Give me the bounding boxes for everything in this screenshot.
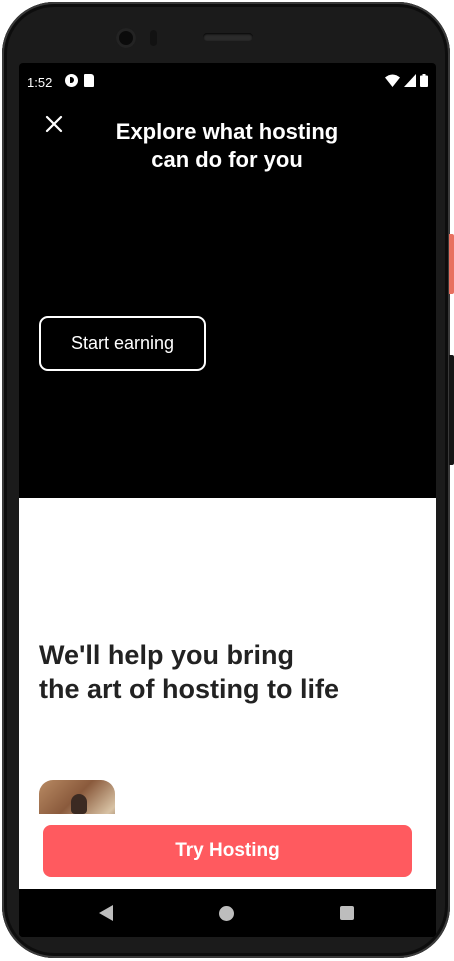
page-title-line-1: Explore what hosting xyxy=(115,119,339,144)
wifi-icon xyxy=(385,74,400,87)
close-button[interactable] xyxy=(43,113,65,135)
battery-icon xyxy=(420,74,428,87)
page-title-line-2: can do for you xyxy=(151,147,303,172)
data-saver-icon xyxy=(65,74,78,87)
front-camera xyxy=(116,28,136,48)
start-earning-button[interactable]: Start earning xyxy=(39,316,206,371)
earpiece-speaker xyxy=(203,33,253,41)
recents-icon[interactable] xyxy=(340,906,354,920)
app-screen: 1:52 Explore what hosting can do for you… xyxy=(19,63,436,937)
phone-frame: 1:52 Explore what hosting can do for you… xyxy=(2,2,450,958)
status-bar: 1:52 xyxy=(19,63,436,101)
close-icon xyxy=(45,115,63,133)
status-time: 1:52 xyxy=(27,75,53,90)
back-icon[interactable] xyxy=(99,905,113,921)
proximity-sensor xyxy=(150,30,157,46)
section-heading: We'll help you bring the art of hosting … xyxy=(39,638,339,706)
page-title: Explore what hosting can do for you xyxy=(79,118,375,174)
system-nav-bar xyxy=(19,889,436,937)
home-icon[interactable] xyxy=(219,906,234,921)
section-heading-line-2: the art of hosting to life xyxy=(39,674,339,704)
signal-icon xyxy=(404,74,416,87)
cta-footer: Try Hosting xyxy=(19,814,436,892)
sd-card-icon xyxy=(84,74,94,87)
volume-button xyxy=(449,355,454,465)
try-hosting-button[interactable]: Try Hosting xyxy=(43,825,412,877)
section-heading-line-1: We'll help you bring xyxy=(39,640,294,670)
power-button xyxy=(449,234,454,294)
